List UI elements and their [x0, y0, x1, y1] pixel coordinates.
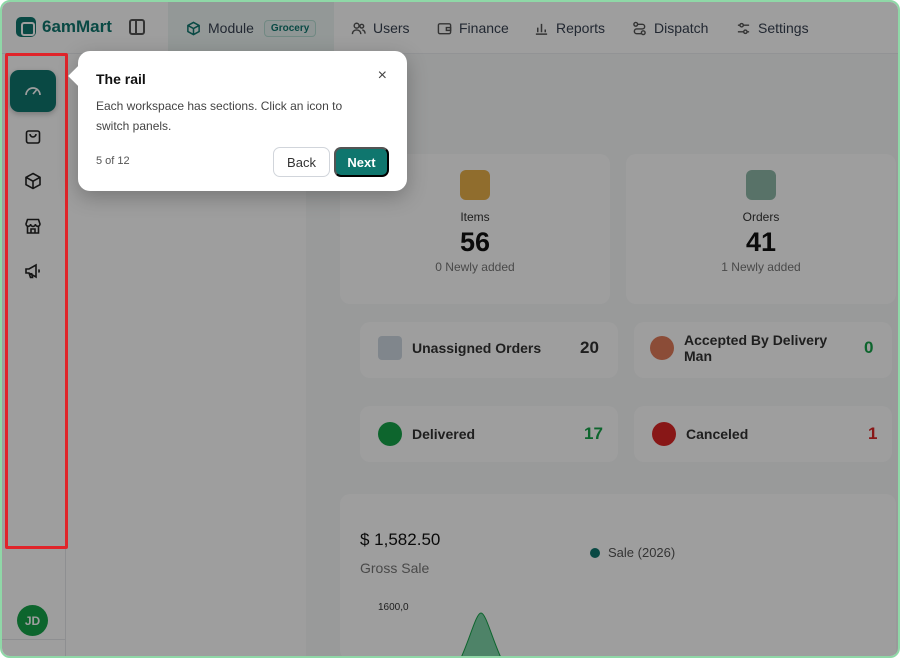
tour-popover: The rail × Each workspace has sections. … — [68, 51, 407, 191]
tour-back-button[interactable]: Back — [273, 147, 330, 177]
tour-next-button[interactable]: Next — [334, 147, 389, 177]
tour-body: Each workspace has sections. Click an ic… — [96, 99, 343, 133]
tour-step-counter: 5 of 12 — [96, 155, 130, 167]
close-icon[interactable]: × — [378, 67, 387, 85]
tour-title: The rail — [96, 71, 146, 87]
app-frame: 6amMart Module Grocery Users Finance Rep… — [0, 0, 900, 658]
